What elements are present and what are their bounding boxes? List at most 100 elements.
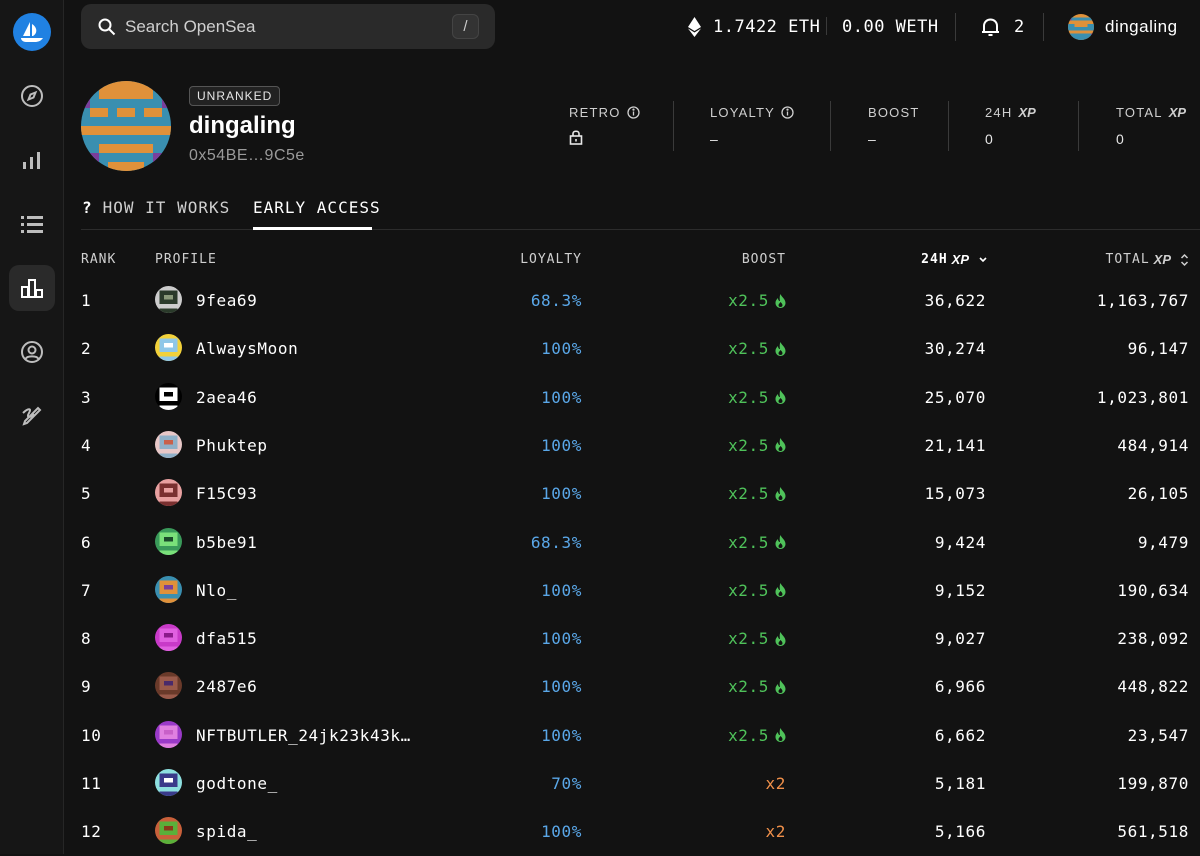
avatar[interactable] xyxy=(155,817,182,845)
table-row[interactable]: 2 AlwaysMoon 100% x2.5 30,274 96,147 xyxy=(64,325,1200,373)
weth-balance[interactable]: 0.00 WETH xyxy=(842,12,939,42)
table-row[interactable]: 11 godtone_ 70% x2 5,181 199,870 xyxy=(64,760,1200,808)
info-icon[interactable] xyxy=(626,105,640,119)
divider xyxy=(830,101,831,151)
boost-value: x2.5 xyxy=(728,291,769,310)
table-row[interactable]: 8 dfa515 100% x2.5 9,027 238,092 xyxy=(64,615,1200,663)
xp-24h-cell: 6,662 xyxy=(934,725,986,745)
search-bar[interactable]: / xyxy=(81,4,495,49)
stat-label: BOOST xyxy=(868,104,920,120)
profile-name-cell[interactable]: Nlo_ xyxy=(196,581,237,600)
xp-label: XP xyxy=(951,252,969,267)
eth-balance[interactable]: 1.7422 ETH xyxy=(688,12,820,42)
xp-24h-cell: 5,181 xyxy=(934,774,986,793)
table-row[interactable]: 10 NFTBUTLER_24jk23k43k… 100% x2.5 6,662… xyxy=(64,712,1200,760)
xp-total-cell: 9,479 xyxy=(1137,532,1189,552)
lock-icon xyxy=(569,129,640,145)
leaderboard-icon[interactable] xyxy=(9,265,55,311)
avatar[interactable] xyxy=(155,430,182,458)
xp-label: XP xyxy=(1168,104,1187,120)
table-row[interactable]: 3 2aea46 100% x2.5 25,070 1,023,801 xyxy=(64,374,1200,422)
avatar[interactable] xyxy=(155,575,182,603)
active-tab-indicator xyxy=(253,227,372,230)
avatar[interactable] xyxy=(155,382,182,410)
xp-total-cell: 26,105 xyxy=(1127,484,1189,504)
profile-avatar xyxy=(81,81,171,171)
tab-early-access[interactable]: EARLY ACCESS xyxy=(253,198,381,230)
table-row[interactable]: 12 spida_ 100% x2 5,166 561,518 xyxy=(64,808,1200,856)
profile-name-cell[interactable]: b5be91 xyxy=(196,533,257,552)
rank-cell: 10 xyxy=(81,725,102,745)
profile-name-cell[interactable]: 2aea46 xyxy=(196,388,257,407)
avatar[interactable] xyxy=(155,286,182,313)
table-row[interactable]: 9 2487e6 100% x2.5 6,966 448,822 xyxy=(64,663,1200,711)
opensea-logo[interactable] xyxy=(13,13,51,51)
profile-name: dingaling xyxy=(189,112,296,139)
stat-label: 24H xyxy=(985,104,1013,120)
rank-cell: 1 xyxy=(81,291,92,310)
table-row[interactable]: 7 Nlo_ 100% x2.5 9,152 190,634 xyxy=(64,567,1200,615)
avatar[interactable] xyxy=(155,672,182,700)
table-row[interactable]: 1 9fea69 68.3% x2.5 36,622 1,163,767 xyxy=(64,277,1200,325)
avatar[interactable] xyxy=(155,624,182,652)
notification-count: 2 xyxy=(1014,17,1025,37)
table-row[interactable]: 4 Phuktep 100% x2.5 21,141 484,914 xyxy=(64,422,1200,470)
xp-24h-cell: 30,274 xyxy=(924,339,986,359)
profile-name-cell[interactable]: NFTBUTLER_24jk23k43k… xyxy=(196,726,411,745)
xp-total-cell: 484,914 xyxy=(1117,435,1189,455)
header-24h-xp[interactable]: 24H XP xyxy=(921,252,988,267)
profile-name-cell[interactable]: godtone_ xyxy=(196,774,278,793)
stats-icon[interactable] xyxy=(9,137,55,183)
search-input[interactable] xyxy=(125,16,445,37)
xp-24h-cell: 5,166 xyxy=(934,822,986,842)
profile-name-cell[interactable]: 9fea69 xyxy=(196,291,257,310)
header-profile: PROFILE xyxy=(155,252,217,267)
boost-cell: x2.5 xyxy=(728,629,786,648)
flame-icon xyxy=(775,679,786,694)
profile-name-cell[interactable]: F15C93 xyxy=(196,484,257,503)
stat-24h-xp: 24H XP 0 xyxy=(985,103,1036,148)
account-menu[interactable]: dingaling xyxy=(1068,12,1178,42)
profile-name-cell[interactable]: 2487e6 xyxy=(196,677,257,696)
avatar[interactable] xyxy=(155,334,182,362)
profile-name-cell[interactable]: Phuktep xyxy=(196,436,268,455)
loyalty-cell: 100% xyxy=(541,387,582,407)
xp-24h-cell: 15,073 xyxy=(924,484,986,504)
tab-label: EARLY ACCESS xyxy=(253,198,381,217)
rank-cell: 5 xyxy=(81,484,92,504)
info-icon[interactable] xyxy=(781,105,794,119)
profile-icon[interactable] xyxy=(9,329,55,375)
tab-label: HOW IT WORKS xyxy=(102,198,231,217)
loyalty-cell: 100% xyxy=(541,435,582,455)
flame-icon xyxy=(775,583,786,598)
stat-value: 0 xyxy=(985,131,993,147)
tab-how-it-works[interactable]: ? HOW IT WORKS xyxy=(82,198,230,230)
avatar[interactable] xyxy=(155,479,182,507)
profile-name-cell[interactable]: AlwaysMoon xyxy=(196,339,298,358)
header-loyalty[interactable]: LOYALTY xyxy=(520,252,582,267)
profile-name-cell[interactable]: dfa515 xyxy=(196,629,257,648)
create-icon[interactable] xyxy=(9,393,55,439)
avatar[interactable] xyxy=(155,720,182,748)
notifications-button[interactable]: 2 xyxy=(981,12,1025,42)
profile-address[interactable]: 0x54BE…9C5e xyxy=(189,147,305,165)
table-row[interactable]: 6 b5be91 68.3% x2.5 9,424 9,479 xyxy=(64,519,1200,567)
flame-icon xyxy=(775,438,786,453)
boost-value: x2.5 xyxy=(728,677,769,697)
header-boost[interactable]: BOOST xyxy=(742,252,786,267)
list-icon[interactable] xyxy=(9,201,55,247)
boost-cell: x2.5 xyxy=(728,339,786,358)
divider xyxy=(673,101,674,151)
xp-24h-cell: 21,141 xyxy=(924,435,986,455)
avatar[interactable] xyxy=(155,527,182,555)
profile-name-cell[interactable]: spida_ xyxy=(196,822,257,841)
boost-value: x2.5 xyxy=(728,532,769,552)
header-total-xp[interactable]: TOTAL XP xyxy=(1106,252,1189,267)
boost-cell: x2.5 xyxy=(728,484,786,503)
xp-total-cell: 561,518 xyxy=(1117,822,1189,842)
explore-icon[interactable] xyxy=(9,73,55,119)
table-row[interactable]: 5 F15C93 100% x2.5 15,073 26,105 xyxy=(64,470,1200,518)
avatar[interactable] xyxy=(155,769,182,796)
loyalty-cell: 100% xyxy=(541,629,582,649)
sort-icon xyxy=(1180,253,1189,267)
